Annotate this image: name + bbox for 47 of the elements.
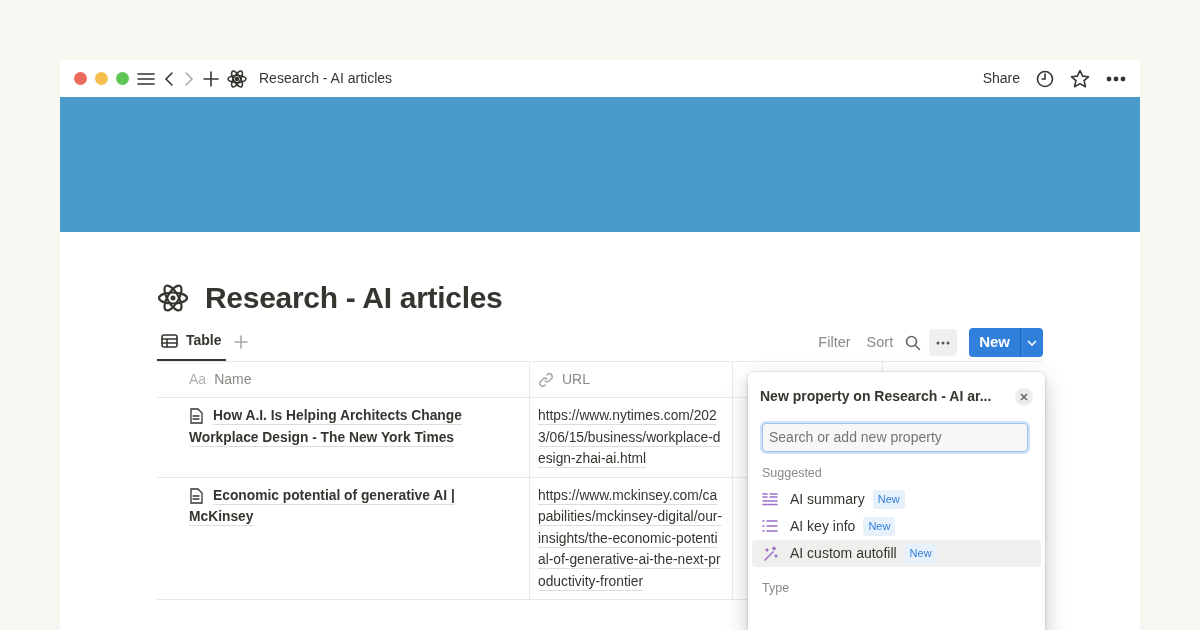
new-tag: New: [872, 490, 905, 509]
document-icon: [189, 408, 203, 424]
clock-icon[interactable]: [1036, 69, 1054, 88]
dropdown-button[interactable]: [1020, 328, 1043, 357]
chevron-down-icon: [1027, 339, 1037, 346]
new-tag: New: [863, 517, 896, 536]
star-icon[interactable]: [1070, 68, 1090, 89]
sort-button[interactable]: Sort: [862, 329, 898, 356]
url-link[interactable]: https://www.mckinsey.com/capabilities/mckinsey-digital/our-insights/the-economic-potential-of-generative-ai-the-next-productivity-frontier: [538, 484, 724, 592]
more-icon: [936, 340, 951, 345]
view-tab[interactable]: Table: [157, 322, 226, 361]
close-button[interactable]: [1015, 387, 1033, 406]
new-tag: New: [904, 544, 937, 563]
sparkle-icon: [762, 545, 778, 561]
page-title: Research - AI articles: [205, 280, 503, 316]
section-heading: Suggested: [761, 465, 823, 482]
item-label: AI key info: [790, 516, 856, 536]
column-header[interactable]: Name: [214, 369, 252, 390]
search-field[interactable]: Search or add new property: [762, 423, 1028, 452]
menu-item[interactable]: AI custom autofill New: [752, 539, 1041, 567]
share-button[interactable]: Share: [982, 68, 1020, 89]
table-icon: [161, 333, 178, 348]
menu-icon[interactable]: [137, 71, 155, 86]
atom-icon: [157, 282, 189, 314]
close-icon: [1020, 392, 1028, 401]
text-type-icon: Aa: [189, 369, 207, 390]
page-link[interactable]: How A.I. Is Helping Architects Change Workplace Design - The New York Times: [189, 405, 521, 448]
document-icon: [189, 487, 203, 504]
list-icon: [762, 518, 778, 534]
url-link[interactable]: https://www.nytimes.com/2023/06/15/business/workplace-design-zhai-ai.html: [538, 405, 724, 470]
more-icon[interactable]: [1106, 75, 1126, 82]
column-header[interactable]: URL: [562, 369, 590, 390]
filter-button[interactable]: Filter: [814, 329, 855, 356]
close-button[interactable]: [74, 72, 87, 85]
new-button[interactable]: New: [969, 328, 1020, 357]
menu-item[interactable]: AI summary New: [752, 485, 1041, 513]
atom-icon: [227, 68, 247, 89]
item-label: AI custom autofill: [790, 543, 897, 563]
menu-title: New property on Research - AI ar...: [760, 387, 992, 406]
section-heading: Type: [761, 579, 791, 597]
item-label: AI summary: [790, 489, 865, 509]
plus-icon[interactable]: [203, 70, 219, 87]
menu-item[interactable]: AI key info New: [752, 512, 1041, 540]
page-link[interactable]: Economic potential of generative AI | McKinsey: [189, 484, 521, 528]
link-icon: [538, 371, 554, 388]
search-icon[interactable]: [905, 334, 922, 351]
window-title: Research - AI articles: [259, 69, 393, 88]
